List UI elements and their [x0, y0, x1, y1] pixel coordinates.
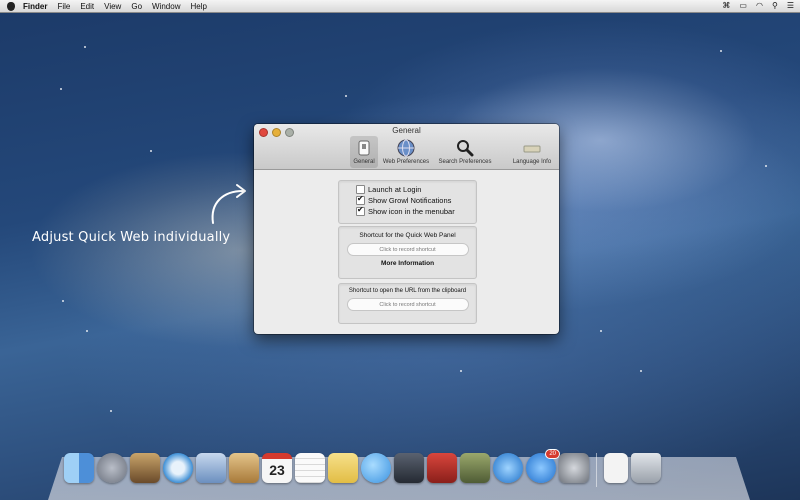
star	[345, 95, 347, 97]
tab-web-preferences-label: Web Preferences	[382, 159, 430, 165]
dock-icons: 23 20	[64, 449, 661, 487]
menubar-icon-label: Show icon in the menubar	[368, 207, 455, 216]
star	[765, 165, 767, 167]
app-store-icon[interactable]: 20	[526, 449, 560, 483]
menubar-icon-checkbox[interactable]	[356, 205, 365, 216]
quick-web-shortcut-panel: Shortcut for the Quick Web Panel Click t…	[338, 226, 477, 279]
battery-icon[interactable]: ▭	[739, 1, 747, 10]
star	[640, 370, 642, 372]
star	[60, 88, 62, 90]
globe-icon	[396, 138, 416, 158]
switch-icon	[354, 138, 374, 158]
annotation-text: Adjust Quick Web individually	[32, 230, 231, 245]
menu-file[interactable]: File	[57, 2, 70, 11]
star	[460, 370, 462, 372]
tab-search-preferences-label: Search Preferences	[438, 159, 492, 165]
wifi-icon[interactable]: ◠	[756, 1, 763, 10]
window-title: General	[392, 126, 421, 135]
calendar-day: 23	[269, 462, 285, 478]
trash-icon[interactable]	[631, 453, 661, 483]
launchpad-icon[interactable]	[97, 453, 127, 483]
documents-stack-icon[interactable]	[604, 453, 628, 483]
clipboard-shortcut-recorder[interactable]: Click to record shortcut	[346, 298, 469, 311]
menu-go[interactable]: Go	[131, 2, 142, 11]
more-information-link[interactable]: More Information	[339, 260, 476, 267]
menu-view[interactable]: View	[104, 2, 121, 11]
star	[84, 46, 86, 48]
quick-web-shortcut-recorder[interactable]: Click to record shortcut	[346, 243, 469, 256]
growl-notifications-row[interactable]: Show Growl Notifications	[356, 194, 476, 206]
tab-search-preferences[interactable]: Search Preferences	[436, 138, 494, 165]
launch-at-login-checkbox[interactable]	[356, 185, 365, 194]
growl-notifications-label: Show Growl Notifications	[368, 196, 452, 205]
messages-icon[interactable]	[361, 453, 391, 483]
tab-general-label: General	[353, 159, 375, 165]
facetime-icon[interactable]	[394, 453, 424, 483]
menu-edit[interactable]: Edit	[80, 2, 94, 11]
tab-general[interactable]: General	[350, 136, 378, 168]
calendar-icon[interactable]: 23	[262, 453, 292, 483]
dock-divider	[596, 453, 597, 487]
menu-help[interactable]: Help	[190, 2, 206, 11]
itunes-icon[interactable]	[493, 453, 523, 483]
photo-browser-icon[interactable]	[130, 453, 160, 483]
command-icon[interactable]: ⌘	[722, 1, 730, 10]
star	[62, 300, 64, 302]
window-titlebar[interactable]: General General Web Preferences Search P…	[254, 124, 559, 170]
launch-at-login-label: Launch at Login	[368, 185, 422, 194]
list-icon[interactable]: ☰	[787, 1, 794, 10]
safari-icon[interactable]	[163, 453, 193, 483]
mail-icon[interactable]	[196, 453, 226, 483]
search-icon[interactable]: ⚲	[772, 1, 778, 10]
finder-icon[interactable]	[64, 453, 94, 483]
contacts-icon[interactable]	[229, 453, 259, 483]
launch-at-login-row[interactable]: Launch at Login	[356, 184, 476, 195]
general-options-panel: Launch at Login Show Growl Notifications…	[338, 180, 477, 224]
menu-window[interactable]: Window	[152, 2, 180, 11]
menu-finder[interactable]: Finder	[23, 2, 47, 11]
menu-bar: Finder File Edit View Go Window Help ⌘ ▭…	[0, 0, 800, 13]
star	[86, 330, 88, 332]
star	[600, 330, 602, 332]
iphoto-icon[interactable]	[460, 453, 490, 483]
annotation-arrow-icon	[211, 184, 246, 224]
system-preferences-icon[interactable]	[559, 453, 589, 483]
photo-booth-icon[interactable]	[427, 453, 457, 483]
notes-icon[interactable]	[328, 453, 358, 483]
preferences-window: General General Web Preferences Search P…	[254, 124, 559, 334]
tab-language-info-label: Language Info	[512, 159, 552, 165]
star	[110, 410, 112, 412]
app-store-badge: 20	[545, 449, 560, 459]
clipboard-shortcut-title: Shortcut to open the URL from the clipbo…	[348, 288, 467, 294]
star	[150, 150, 152, 152]
reminders-icon[interactable]	[295, 453, 325, 483]
keyboard-icon	[522, 138, 542, 158]
tab-web-preferences[interactable]: Web Preferences	[380, 138, 432, 165]
magnifier-icon	[455, 138, 475, 158]
menubar-icon-row[interactable]: Show icon in the menubar	[356, 205, 476, 217]
clipboard-shortcut-panel: Shortcut to open the URL from the clipbo…	[338, 283, 477, 324]
tab-language-info[interactable]: Language Info	[509, 138, 555, 165]
growl-notifications-checkbox[interactable]	[356, 194, 365, 205]
quick-web-shortcut-title: Shortcut for the Quick Web Panel	[359, 232, 456, 239]
star	[720, 50, 722, 52]
apple-menu-icon[interactable]	[7, 1, 15, 11]
